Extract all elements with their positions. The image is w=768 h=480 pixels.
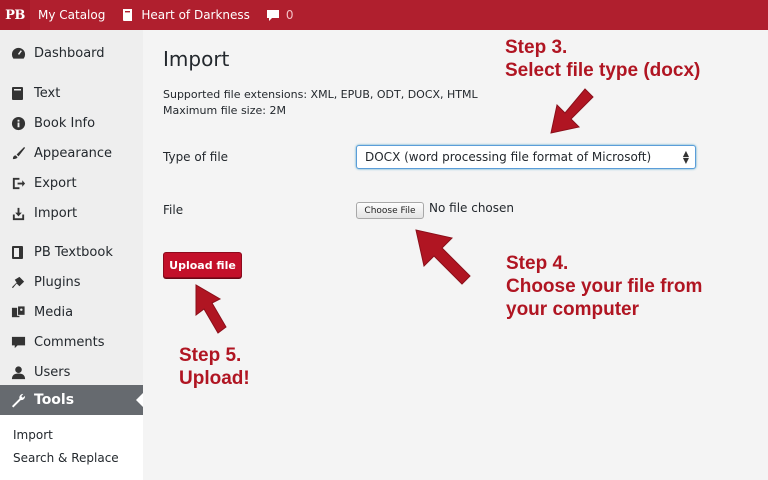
- sidebar-item-label: Appearance: [34, 145, 113, 161]
- sidebar-item-comments[interactable]: Comments: [0, 327, 143, 357]
- book-icon: [121, 8, 135, 22]
- sidebar-item-plugins[interactable]: Plugins: [0, 267, 143, 297]
- sidebar-item-label: Export: [34, 175, 77, 191]
- step4-title: Step 4.: [506, 253, 569, 274]
- sidebar-item-label: Book Info: [34, 115, 96, 131]
- sidebar-item-label: Dashboard: [34, 45, 105, 61]
- plug-icon: [10, 274, 26, 290]
- sidebar-item-label: Import: [34, 205, 78, 221]
- media-icon: [10, 304, 26, 320]
- sidebar-item-appearance[interactable]: Appearance: [0, 138, 143, 168]
- step3-text: Select file type (docx): [505, 60, 701, 81]
- sidebar-item-label: Media: [34, 304, 74, 320]
- max-file-size-text: Maximum file size: 2M: [163, 104, 286, 117]
- sidebar-item-book-info[interactable]: Book Info: [0, 108, 143, 138]
- file-type-selected-value: DOCX (word processing file format of Mic…: [365, 150, 652, 164]
- sidebar-item-label: Plugins: [34, 274, 81, 290]
- pressbooks-logo[interactable]: PB: [0, 0, 30, 30]
- admin-bar: PB My Catalog Heart of Darkness 0: [0, 0, 768, 30]
- sidebar-item-label: Comments: [34, 334, 105, 350]
- step3-annotation: Step 3. Select file type (docx): [505, 36, 700, 82]
- brush-icon: [10, 145, 26, 161]
- book-title: Heart of Darkness: [141, 8, 250, 22]
- import-icon: [10, 205, 26, 221]
- sidebar-item-users[interactable]: Users: [0, 357, 143, 387]
- comment-count: 0: [285, 8, 294, 22]
- wrench-icon: [10, 392, 26, 408]
- sidebar-item-label: Users: [34, 364, 71, 380]
- comment-icon: [266, 8, 280, 22]
- submenu-item-import[interactable]: Import: [13, 428, 53, 442]
- textbook-icon: [10, 244, 26, 260]
- type-of-file-label: Type of file: [163, 150, 229, 164]
- book-link[interactable]: Heart of Darkness: [113, 0, 258, 30]
- comment-icon: [10, 334, 26, 350]
- page-title: Import: [163, 47, 230, 71]
- sidebar-item-dashboard[interactable]: Dashboard: [0, 38, 143, 68]
- no-file-chosen-text: No file chosen: [429, 201, 515, 215]
- submenu-item-search-replace[interactable]: Search & Replace: [13, 451, 119, 465]
- tools-submenu: Import Search & Replace: [0, 415, 143, 480]
- sidebar-item-import[interactable]: Import: [0, 198, 143, 228]
- step4-text-line2: your computer: [506, 299, 640, 320]
- user-icon: [10, 364, 26, 380]
- step5-annotation: Step 5. Upload!: [179, 344, 250, 390]
- step5-title: Step 5.: [179, 345, 242, 366]
- select-arrows-icon: ▲ ▼: [682, 149, 689, 165]
- step4-annotation: Step 4. Choose your file from your compu…: [506, 252, 702, 321]
- step3-arrow-icon: [550, 88, 594, 134]
- comments-link[interactable]: 0: [258, 0, 302, 30]
- step3-title: Step 3.: [505, 37, 568, 58]
- sidebar-item-tools[interactable]: Tools: [0, 385, 143, 415]
- step4-arrow-icon: [415, 229, 471, 285]
- step5-text: Upload!: [179, 368, 250, 389]
- file-label: File: [163, 203, 184, 217]
- dashboard-icon: [10, 45, 26, 61]
- sidebar-item-label: Tools: [34, 392, 75, 408]
- book-icon: [10, 85, 26, 101]
- sidebar-item-label: PB Textbook: [34, 244, 113, 260]
- my-catalog-label: My Catalog: [38, 8, 106, 22]
- export-icon: [10, 175, 26, 191]
- step5-arrow-icon: [195, 284, 227, 334]
- sidebar-item-label: Text: [34, 85, 61, 101]
- choose-file-button[interactable]: Choose File: [356, 202, 424, 219]
- sidebar-item-text[interactable]: Text: [0, 78, 143, 108]
- my-catalog-link[interactable]: My Catalog: [30, 0, 113, 30]
- supported-extensions-text: Supported file extensions: XML, EPUB, OD…: [163, 88, 478, 101]
- step4-text-line1: Choose your file from: [506, 276, 703, 297]
- upload-file-button[interactable]: Upload file: [163, 252, 242, 278]
- sidebar-item-media[interactable]: Media: [0, 297, 143, 327]
- info-icon: [10, 115, 26, 131]
- sidebar-item-pb-textbook[interactable]: PB Textbook: [0, 237, 143, 267]
- file-type-select[interactable]: DOCX (word processing file format of Mic…: [356, 145, 696, 169]
- sidebar-item-export[interactable]: Export: [0, 168, 143, 198]
- admin-sidebar: Dashboard Text Book Info Appearance Expo…: [0, 30, 143, 480]
